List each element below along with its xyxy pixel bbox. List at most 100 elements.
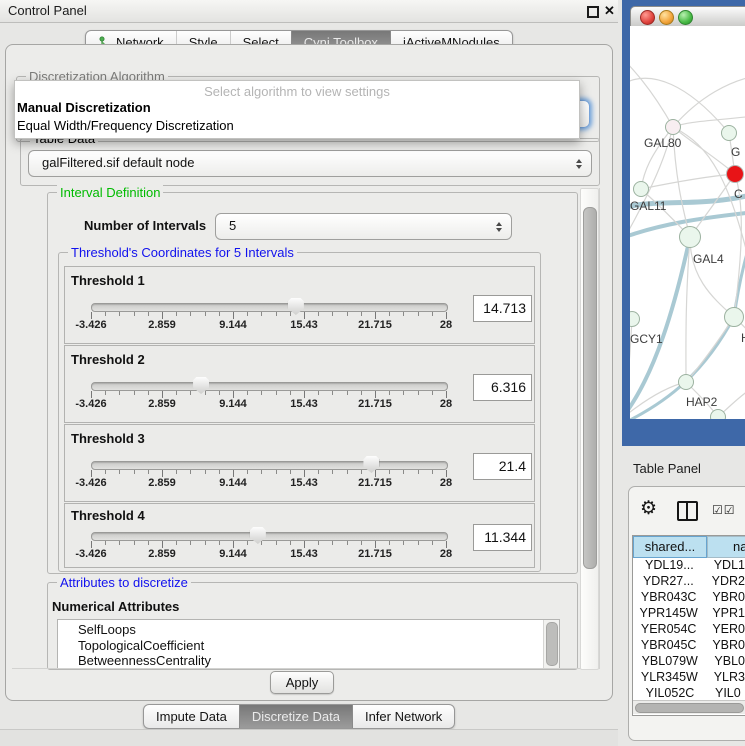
slider-tick (290, 391, 291, 395)
attribute-item[interactable]: TopologicalCoefficient (58, 638, 559, 654)
network-node-gal11[interactable] (633, 181, 649, 197)
slider-tick (318, 470, 319, 474)
slider-tick-label: 28 (440, 398, 452, 410)
slider-tick-label: -3.426 (75, 398, 106, 410)
slider-tick-label: -3.426 (75, 319, 106, 331)
table-row[interactable]: YBR045CYBR0 (633, 638, 745, 654)
threshold-1-label: Threshold 1 (71, 273, 145, 288)
table-row[interactable]: YDR27...YDR2 (633, 574, 745, 590)
dropdown-option-manual-discretization[interactable]: Manual Discretization (15, 99, 579, 117)
network-node-g[interactable] (721, 125, 737, 141)
threshold-4-slider[interactable] (91, 532, 448, 541)
cyni-bottom-tabbar: Impute Data Discretize Data Infer Networ… (143, 704, 455, 729)
slider-tick (304, 470, 305, 477)
slider-tick (347, 470, 348, 474)
table-horizontal-scrollbar-thumb[interactable] (635, 703, 744, 713)
threshold-2-slider[interactable] (91, 382, 448, 391)
dropdown-option-equal-width-frequency[interactable]: Equal Width/Frequency Discretization (15, 117, 579, 135)
slider-tick (290, 470, 291, 474)
slider-tick (247, 541, 248, 545)
slider-tick (318, 312, 319, 316)
threshold-1-value-field[interactable]: 14.713 (473, 295, 532, 322)
slider-tick (432, 312, 433, 316)
zoom-traffic-light[interactable] (678, 10, 693, 25)
close-icon[interactable]: ✕ (604, 3, 615, 19)
threshold-2-tick-labels: -3.4262.8599.14415.4321.71528 (65, 398, 534, 411)
slider-tick-label: 9.144 (219, 548, 247, 560)
tab-infer-network-label: Infer Network (365, 705, 442, 728)
slider-tick-label: 9.144 (219, 319, 247, 331)
table-row[interactable]: YBR043CYBR0 (633, 590, 745, 606)
slider-tick (205, 541, 206, 545)
table-horizontal-scrollbar[interactable] (633, 700, 745, 714)
tab-impute-data[interactable]: Impute Data (144, 705, 239, 728)
threshold-4-value-field[interactable]: 11.344 (473, 524, 532, 551)
tab-infer-network[interactable]: Infer Network (352, 705, 454, 728)
slider-tick (247, 312, 248, 316)
table-row[interactable]: YDL19...YDL1 (633, 558, 745, 574)
tab-discretize-data[interactable]: Discretize Data (239, 705, 352, 728)
slider-tick (105, 312, 106, 316)
close-traffic-light[interactable] (640, 10, 655, 25)
slider-tick (219, 391, 220, 395)
network-node-h[interactable] (724, 307, 744, 327)
columns-icon[interactable] (677, 501, 698, 521)
slider-tick (233, 541, 234, 548)
number-of-intervals-combo[interactable]: 5 (215, 213, 512, 240)
slider-tick (247, 391, 248, 395)
table-row[interactable]: YLR345WYLR3 (633, 670, 745, 686)
table-row[interactable]: YER054CYER0 (633, 622, 745, 638)
slider-tick (389, 541, 390, 545)
network-window-titlebar[interactable] (630, 6, 745, 28)
gear-icon[interactable]: ⚙ (640, 497, 657, 520)
threshold-2-value-field[interactable]: 6.316 (473, 374, 532, 401)
table-header-shared-name[interactable]: shared... (633, 536, 707, 558)
slider-tick (347, 541, 348, 545)
float-window-icon[interactable] (587, 6, 599, 18)
network-node-c[interactable] (726, 165, 744, 183)
attribute-item[interactable]: BetweennessCentrality (58, 653, 559, 669)
table-data-combo-value: galFiltered.sif default node (42, 151, 194, 175)
slider-tick (162, 541, 163, 548)
list-scrollbar-thumb[interactable] (546, 622, 558, 666)
panel-vertical-scrollbar-thumb[interactable] (583, 207, 597, 569)
table-header-name[interactable]: na (707, 536, 745, 558)
slider-tick (290, 541, 291, 545)
threshold-3-value-field[interactable]: 21.4 (473, 453, 532, 480)
slider-tick (134, 312, 135, 316)
cell-name: YLR3 (706, 670, 745, 686)
cell-name: YBR0 (704, 638, 745, 654)
algorithm-dropdown-popup: Select algorithm to view settings Manual… (14, 80, 580, 139)
table-rows: YDL19...YDL1YDR27...YDR2YBR043CYBR0YPR14… (633, 558, 745, 700)
threshold-3-slider[interactable] (91, 461, 448, 470)
slider-tick (162, 391, 163, 398)
slider-tick (276, 391, 277, 395)
threshold-1-slider[interactable] (91, 303, 448, 312)
network-node-gal80[interactable] (665, 119, 681, 135)
slider-tick (119, 541, 120, 545)
table-row[interactable]: YPR145WYPR1 (633, 606, 745, 622)
slider-tick (276, 541, 277, 545)
minimize-traffic-light[interactable] (659, 10, 674, 25)
node-label: G (731, 145, 740, 159)
table-row[interactable]: YIL052CYIL0 (633, 686, 745, 700)
network-node[interactable] (710, 409, 726, 419)
slider-tick (389, 312, 390, 316)
table-data-combo[interactable]: galFiltered.sif default node (28, 150, 592, 177)
checkboxes-icon[interactable]: ☑☑ (712, 503, 736, 517)
table-row[interactable]: YBL079WYBL0 (633, 654, 745, 670)
node-label: H (741, 331, 745, 345)
number-of-intervals-label: Number of Intervals (84, 218, 206, 233)
network-node-hap2[interactable] (678, 374, 694, 390)
slider-tick (190, 541, 191, 545)
slider-tick (361, 391, 362, 395)
apply-button[interactable]: Apply (270, 671, 334, 694)
slider-tick (332, 391, 333, 395)
threshold-3-tick-labels: -3.4262.8599.14415.4321.71528 (65, 477, 534, 490)
slider-tick (361, 541, 362, 545)
slider-tick (361, 470, 362, 474)
list-scrollbar[interactable] (543, 620, 559, 668)
slider-tick-label: 21.715 (358, 477, 392, 489)
attribute-item[interactable]: SelfLoops (58, 620, 559, 638)
network-node-gal4[interactable] (679, 226, 701, 248)
